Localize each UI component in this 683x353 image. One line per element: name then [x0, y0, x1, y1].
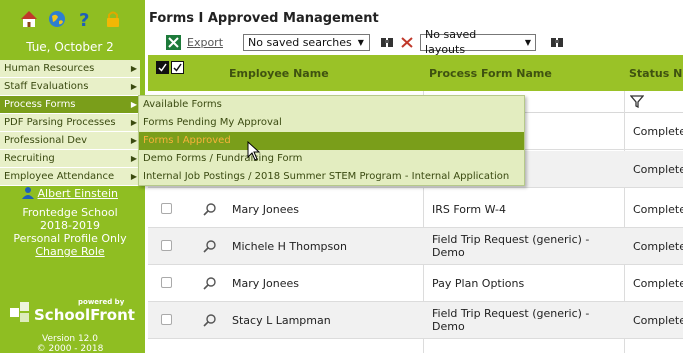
sidebar-item-pdf-parsing[interactable]: PDF Parsing Processes ▶	[0, 114, 140, 132]
employee-cell: Mary Jonees	[232, 277, 299, 290]
view-magnifier-icon[interactable]	[203, 239, 217, 253]
saved-layouts-value: No saved layouts	[425, 28, 477, 56]
chevron-right-icon: ▶	[130, 82, 137, 91]
top-icon-bar: ?	[18, 8, 124, 30]
submenu-item-internal-job-postings[interactable]: Internal Job Postings / 2018 Summer STEM…	[139, 168, 524, 186]
employee-cell: Mary Jonees	[232, 203, 299, 216]
row-checkbox[interactable]	[161, 314, 172, 325]
school-name: Frontedge School	[22, 206, 118, 219]
version-info: Version 12.0 © 2000 - 2018	[0, 334, 140, 353]
saved-searches-select[interactable]: No saved searches ▼	[243, 33, 371, 51]
sidebar-item-label: Human Resources	[4, 63, 95, 74]
submenu-item-forms-pending[interactable]: Forms Pending My Approval	[139, 114, 524, 132]
process-cell: IRS Form W-4	[432, 203, 506, 216]
school-year: 2018-2019	[40, 219, 100, 232]
sidebar-menu: Human Resources ▶ Staff Evaluations ▶ Proc…	[0, 60, 140, 186]
table-header: Employee Name Process Form Name Status N	[148, 55, 683, 91]
status-cell: Complete	[633, 125, 683, 138]
user-name-link[interactable]: Albert Einstein	[38, 187, 118, 200]
table-row[interactable]: Mary Jonees IRS Form W-4 Complete	[148, 191, 683, 228]
help-icon[interactable]: ?	[74, 8, 96, 30]
column-header-status[interactable]: Status N	[629, 67, 682, 80]
sidebar-item-process-forms[interactable]: Process Forms ▶	[0, 96, 140, 114]
sidebar-item-label: Professional Dev	[4, 135, 88, 146]
saved-layouts-select[interactable]: No saved layouts ▼	[420, 28, 537, 56]
employee-cell: Stacy L Lampman	[232, 314, 331, 327]
saved-searches-value: No saved searches	[248, 35, 352, 49]
row-checkbox[interactable]	[161, 277, 172, 288]
copyright-text: © 2000 - 2018	[36, 344, 104, 353]
process-cell: Field Trip Request (generic) - Demo	[432, 233, 590, 259]
chevron-right-icon: ▶	[130, 64, 137, 73]
sidebar: ? Tue, October 2 Human Resources ▶ Staff …	[0, 0, 145, 353]
home-icon[interactable]	[18, 8, 40, 30]
row-checkbox[interactable]	[161, 240, 172, 251]
clear-search-icon[interactable]	[400, 35, 414, 49]
employee-cell: Michele H Thompson	[232, 240, 347, 253]
change-role-link[interactable]: Change Role	[0, 245, 140, 258]
user-block: Albert Einstein Frontedge School 2018-20…	[0, 186, 140, 258]
sidebar-item-human-resources[interactable]: Human Resources ▶	[0, 60, 140, 78]
table-row[interactable]: Stacy L Lampman Field Trip Request (gene…	[148, 302, 683, 339]
chevron-right-icon: ▶	[130, 172, 137, 181]
submenu-item-available-forms[interactable]: Available Forms	[139, 96, 524, 114]
sidebar-item-staff-evaluations[interactable]: Staff Evaluations ▶	[0, 78, 140, 96]
status-cell: Complete	[633, 163, 683, 176]
sidebar-item-label: Employee Attendance	[4, 171, 115, 182]
uncheck-all-icon[interactable]	[171, 61, 184, 74]
page-title: Forms I Approved Management	[149, 11, 379, 26]
status-cell: Complete	[633, 314, 683, 327]
chevron-right-icon: ▶	[130, 118, 137, 127]
mouse-cursor-icon	[247, 141, 261, 161]
chevron-right-icon: ▶	[130, 154, 137, 163]
submenu-item-demo-forms[interactable]: Demo Forms / Fundraising Form	[139, 150, 524, 168]
sidebar-item-recruiting[interactable]: Recruiting ▶	[0, 150, 140, 168]
excel-icon[interactable]	[166, 34, 181, 50]
binoculars-icon[interactable]	[380, 35, 394, 49]
version-text: Version 12.0	[42, 334, 98, 344]
process-forms-submenu: Available Forms Forms Pending My Approva…	[138, 95, 525, 186]
process-cell: Pay Plan Options	[432, 277, 525, 290]
table-row[interactable]: Mary Jonees Pay Plan Options Complete	[148, 265, 683, 302]
table-row[interactable]: Michele H Thompson Field Trip Request (g…	[148, 228, 683, 265]
brand-text: SchoolFront	[34, 306, 135, 324]
filter-icon[interactable]	[630, 95, 644, 108]
dropdown-arrow-icon: ▼	[357, 37, 364, 47]
svg-text:?: ?	[79, 10, 89, 29]
sidebar-item-label: Staff Evaluations	[4, 81, 89, 92]
status-cell: Complete	[633, 277, 683, 290]
sidebar-item-label: Recruiting	[4, 153, 55, 164]
schoolfront-logo: powered by SchoolFront	[8, 296, 138, 331]
sidebar-item-employee-attendance[interactable]: Employee Attendance ▶	[0, 168, 140, 186]
toolbar: Export No saved searches ▼ No saved layo…	[166, 28, 564, 56]
column-header-process[interactable]: Process Form Name	[429, 67, 552, 80]
row-checkbox[interactable]	[161, 203, 172, 214]
chevron-right-icon: ▶	[130, 100, 137, 109]
view-magnifier-icon[interactable]	[203, 202, 217, 216]
chevron-right-icon: ▶	[130, 136, 137, 145]
layout-binoculars-icon[interactable]	[550, 35, 564, 49]
select-all-controls	[156, 61, 184, 74]
sidebar-item-label: Process Forms	[4, 99, 76, 110]
globe-icon[interactable]	[46, 8, 68, 30]
column-header-employee[interactable]: Employee Name	[229, 67, 329, 80]
submenu-item-forms-approved[interactable]: Forms I Approved	[139, 132, 524, 150]
powered-by-text: powered by	[78, 298, 125, 306]
dropdown-arrow-icon: ▼	[524, 37, 532, 47]
profile-role: Personal Profile Only	[13, 232, 127, 245]
status-cell: Complete	[633, 240, 683, 253]
user-row: Albert Einstein	[0, 186, 140, 200]
sidebar-item-professional-dev[interactable]: Professional Dev ▶	[0, 132, 140, 150]
current-date: Tue, October 2	[26, 40, 114, 54]
view-magnifier-icon[interactable]	[203, 276, 217, 290]
export-link[interactable]: Export	[187, 36, 223, 49]
lock-icon[interactable]	[102, 8, 124, 30]
status-cell: Complete	[633, 203, 683, 216]
sidebar-item-label: PDF Parsing Processes	[4, 117, 116, 128]
user-icon	[22, 187, 34, 199]
check-all-icon[interactable]	[156, 61, 169, 74]
view-magnifier-icon[interactable]	[203, 313, 217, 327]
process-cell: Field Trip Request (generic) - Demo	[432, 307, 590, 333]
